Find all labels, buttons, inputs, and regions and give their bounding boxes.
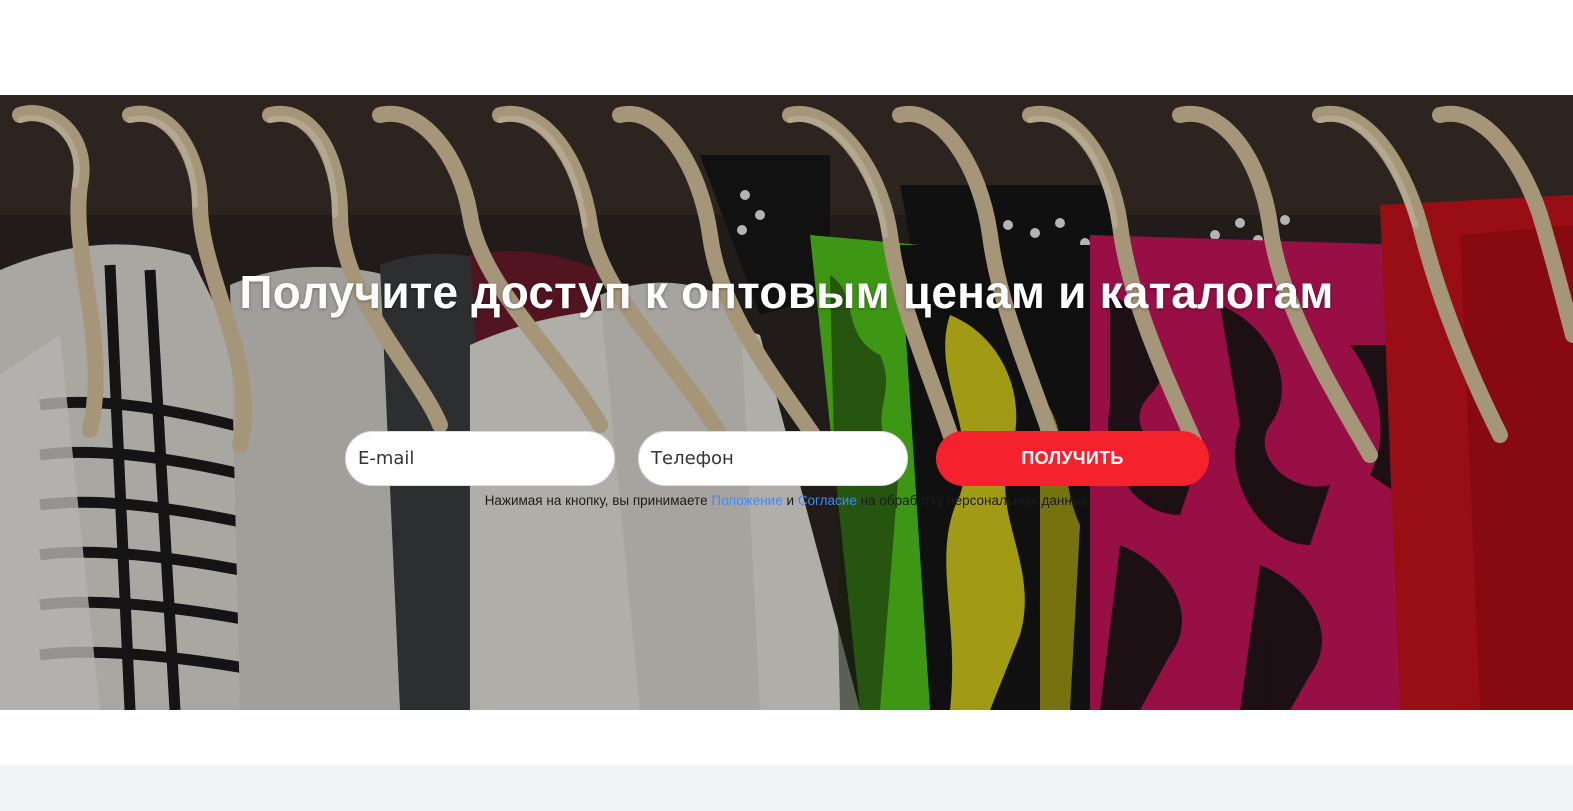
agreement-link[interactable]: Согласие xyxy=(798,493,857,508)
section-spacer xyxy=(0,710,1573,765)
phone-field[interactable] xyxy=(638,431,908,486)
submit-button[interactable]: ПОЛУЧИТЬ xyxy=(936,431,1209,486)
next-section-band xyxy=(0,765,1573,811)
page: Получите доступ к оптовым ценам и катало… xyxy=(0,0,1573,811)
consent-prefix: Нажимая на кнопку, вы принимаете xyxy=(484,493,708,508)
top-whitespace xyxy=(0,0,1573,95)
hero-dark-overlay xyxy=(0,95,1573,710)
consent-conjunction: и xyxy=(786,493,795,508)
consent-suffix: на обработку персональных данных xyxy=(860,493,1089,508)
consent-text: Нажимая на кнопку, вы принимаете Положен… xyxy=(0,493,1573,508)
hero-section: Получите доступ к оптовым ценам и катало… xyxy=(0,95,1573,710)
regulation-link[interactable]: Положение xyxy=(711,493,782,508)
lead-form: ПОЛУЧИТЬ xyxy=(345,431,1211,486)
hero-title: Получите доступ к оптовым ценам и катало… xyxy=(239,266,1334,318)
email-field[interactable] xyxy=(345,431,615,486)
